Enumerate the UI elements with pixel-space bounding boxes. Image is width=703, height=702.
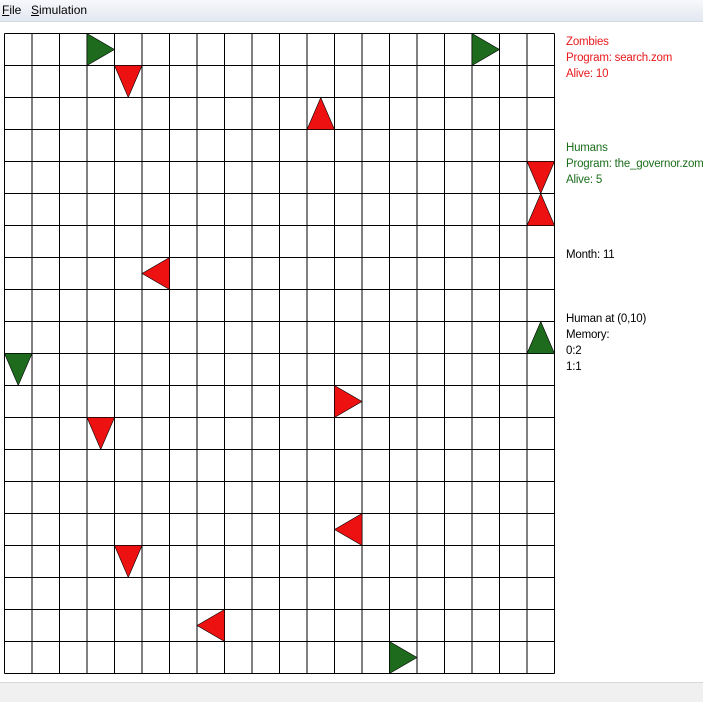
zombies-program: Program: search.zom xyxy=(566,52,673,64)
zombies-alive: Alive: 10 xyxy=(566,68,609,80)
humans-info: Humans Program: the_governor.zom Alive: … xyxy=(566,140,703,188)
memory-label: Memory: xyxy=(566,329,610,341)
status-bar xyxy=(0,682,703,702)
humans-program: Program: the_governor.zom xyxy=(566,158,703,170)
zombies-info: Zombies Program: search.zom Alive: 10 xyxy=(566,34,672,82)
memory-entry: 0:2 xyxy=(566,345,582,357)
inspector: Human at (0,10) Memory: 0:2 1:1 xyxy=(566,311,646,375)
zombies-title: Zombies xyxy=(566,36,609,48)
humans-title: Humans xyxy=(566,142,608,154)
humans-alive: Alive: 5 xyxy=(566,174,603,186)
memory-entry: 1:1 xyxy=(566,361,582,373)
inspector-title: Human at (0,10) xyxy=(566,313,647,325)
month-label: Month: 11 xyxy=(566,249,615,261)
